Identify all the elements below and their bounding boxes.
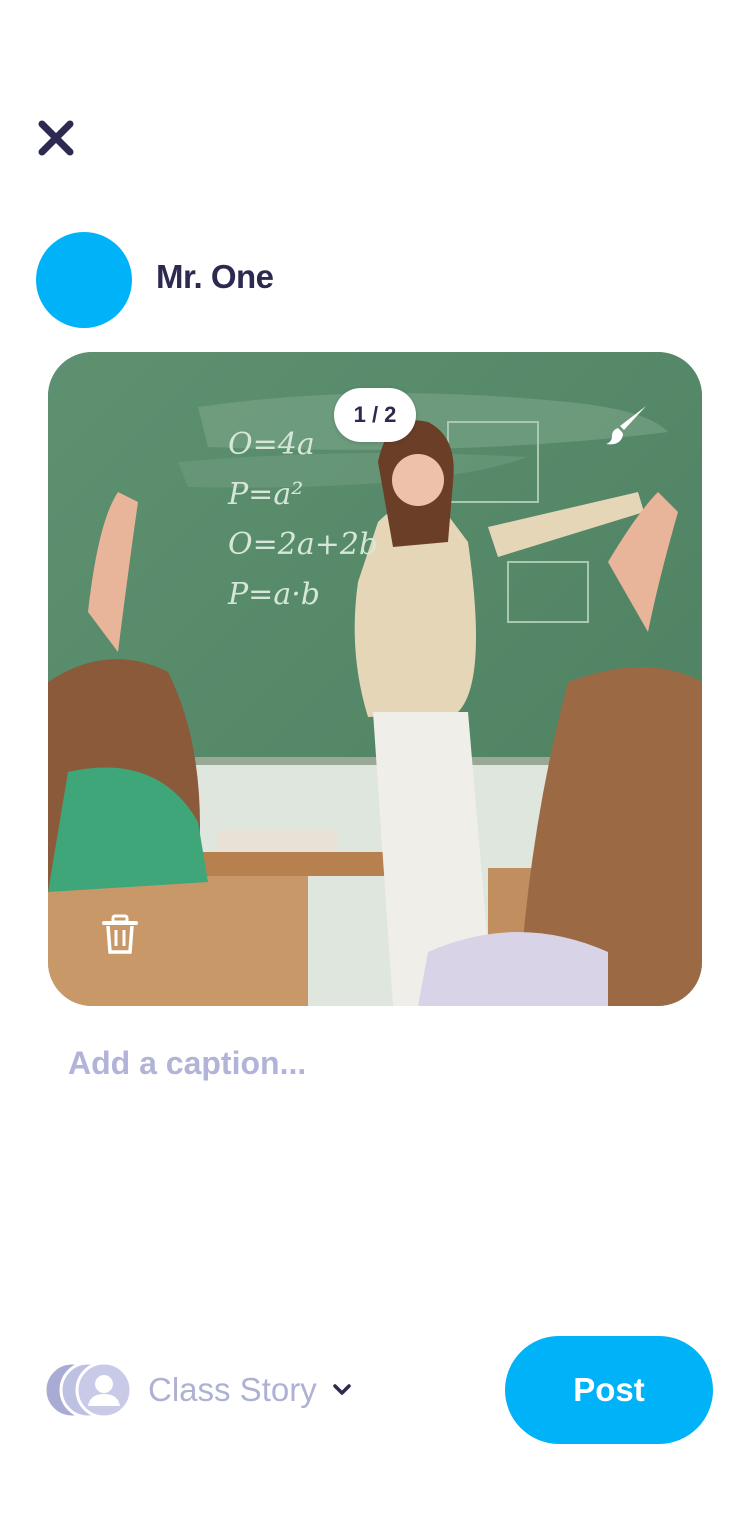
class-avatar-icon (42, 1360, 134, 1420)
chalk-line: P=a·b (228, 577, 320, 612)
caption-input[interactable] (68, 1036, 688, 1090)
trash-icon[interactable] (98, 912, 142, 956)
photo-counter: 1 / 2 (334, 388, 416, 442)
post-button[interactable]: Post (505, 1336, 713, 1444)
close-icon[interactable] (36, 118, 76, 158)
chalkboard-text: O=4a P=a² O=2a+2b P=a·b (228, 420, 378, 620)
avatar (36, 232, 132, 328)
author-name: Mr. One (156, 258, 274, 295)
chalk-line: O=2a+2b (228, 527, 379, 562)
audience-label: Class Story (148, 1371, 317, 1408)
chevron-down-icon (332, 1384, 351, 1395)
chalk-line: P=a² (228, 477, 304, 512)
audience-selector[interactable]: Class Story (42, 1358, 353, 1422)
photo-preview[interactable]: O=4a P=a² O=2a+2b P=a·b 1 / 2 (48, 352, 702, 1006)
paintbrush-icon[interactable] (604, 402, 650, 448)
